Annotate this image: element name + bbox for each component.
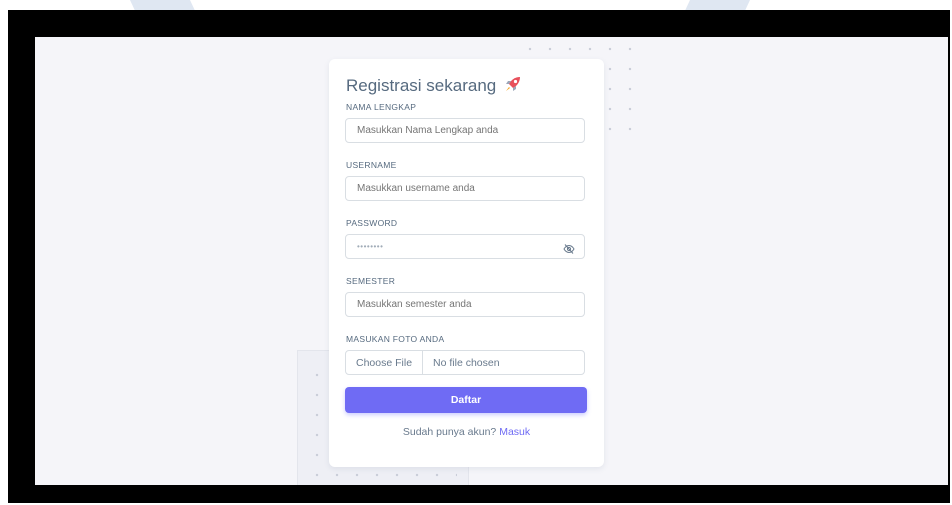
- login-prompt-text: Sudah punya akun?: [402, 426, 497, 438]
- title-text: Registrasi sekarang: [346, 75, 497, 95]
- foto-label: MASUKAN FOTO ANDA: [346, 334, 445, 344]
- login-prompt: Sudah punya akun? Masuk: [329, 426, 604, 438]
- password-label: PASSWORD: [346, 218, 398, 228]
- rocket-icon: [504, 75, 522, 98]
- foto-file-input[interactable]: Choose File No file chosen: [345, 350, 585, 375]
- choose-file-button[interactable]: Choose File: [346, 351, 424, 374]
- masuk-link[interactable]: Masuk: [499, 426, 530, 438]
- page-viewport: Registrasi sekarang NAMA LENGKAP USERNAM…: [35, 37, 948, 485]
- username-label: USERNAME: [346, 160, 397, 170]
- registration-card: Registrasi sekarang NAMA LENGKAP USERNAM…: [329, 59, 604, 467]
- semester-label: SEMESTER: [346, 276, 396, 286]
- page-title: Registrasi sekarang: [346, 75, 522, 98]
- nama-lengkap-input[interactable]: [345, 118, 585, 143]
- screenshot-frame: Registrasi sekarang NAMA LENGKAP USERNAM…: [0, 0, 952, 505]
- file-status-text: No file chosen: [433, 356, 500, 369]
- password-mask: ••••••••: [357, 242, 384, 251]
- eye-slash-icon[interactable]: [563, 241, 575, 264]
- password-input[interactable]: ••••••••: [345, 234, 585, 259]
- nama-lengkap-label: NAMA LENGKAP: [346, 102, 417, 112]
- semester-input[interactable]: [345, 292, 585, 317]
- username-input[interactable]: [345, 176, 585, 201]
- daftar-button[interactable]: Daftar: [345, 387, 587, 413]
